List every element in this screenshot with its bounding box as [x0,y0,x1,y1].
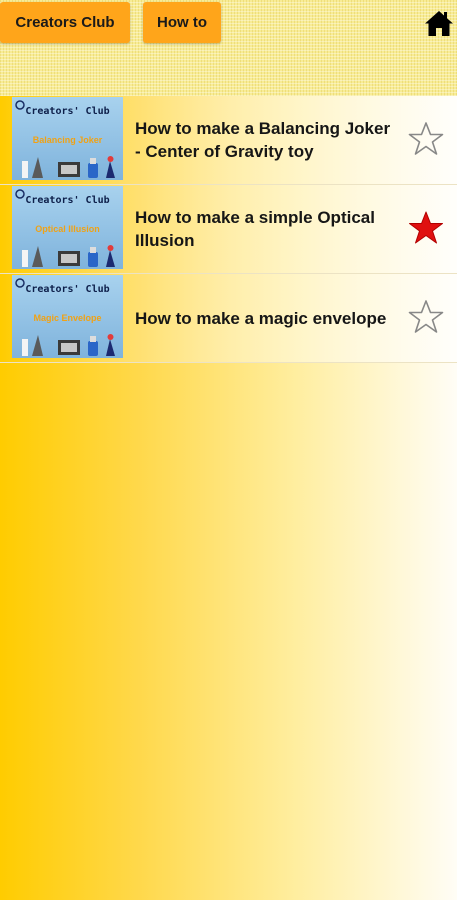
item-title[interactable]: How to make a Balancing Joker - Center o… [135,96,400,184]
home-icon[interactable] [424,8,454,38]
item-title[interactable]: How to make a magic envelope [135,274,400,362]
favorite-star-icon[interactable] [408,210,444,246]
thumbnail-brand: Creators' Club [25,195,110,206]
tutorial-list: Creators' Club Balancing Joker How to ma… [0,96,457,363]
item-title[interactable]: How to make a simple Optical Illusion [135,185,400,273]
thumbnail-label: Magic Envelope [33,313,102,323]
craft-tools-icon [22,156,115,178]
thumbnail-brand: Creators' Club [25,106,110,117]
how-to-button[interactable]: How to [143,2,221,43]
thumbnail-image: Creators' Club Magic Envelope [12,275,123,358]
thumbnail-image: Creators' Club Optical Illusion [12,186,123,269]
creators-club-button[interactable]: Creators Club [0,2,130,43]
thumbnail-image: Creators' Club Balancing Joker [12,97,123,180]
thumbnail-brand: Creators' Club [25,284,110,295]
favorite-star-icon[interactable] [408,299,444,335]
craft-tools-icon [22,245,115,267]
favorite-star-icon[interactable] [408,121,444,157]
list-item[interactable]: Creators' Club Balancing Joker How to ma… [0,96,457,185]
thumbnail-label: Balancing Joker [32,135,103,145]
craft-tools-icon [22,334,115,356]
list-item[interactable]: Creators' Club Optical Illusion How to m… [0,185,457,274]
thumbnail-label: Optical Illusion [35,224,100,234]
top-toolbar: Creators Club How to [0,0,457,96]
list-item[interactable]: Creators' Club Magic Envelope How to mak… [0,274,457,363]
